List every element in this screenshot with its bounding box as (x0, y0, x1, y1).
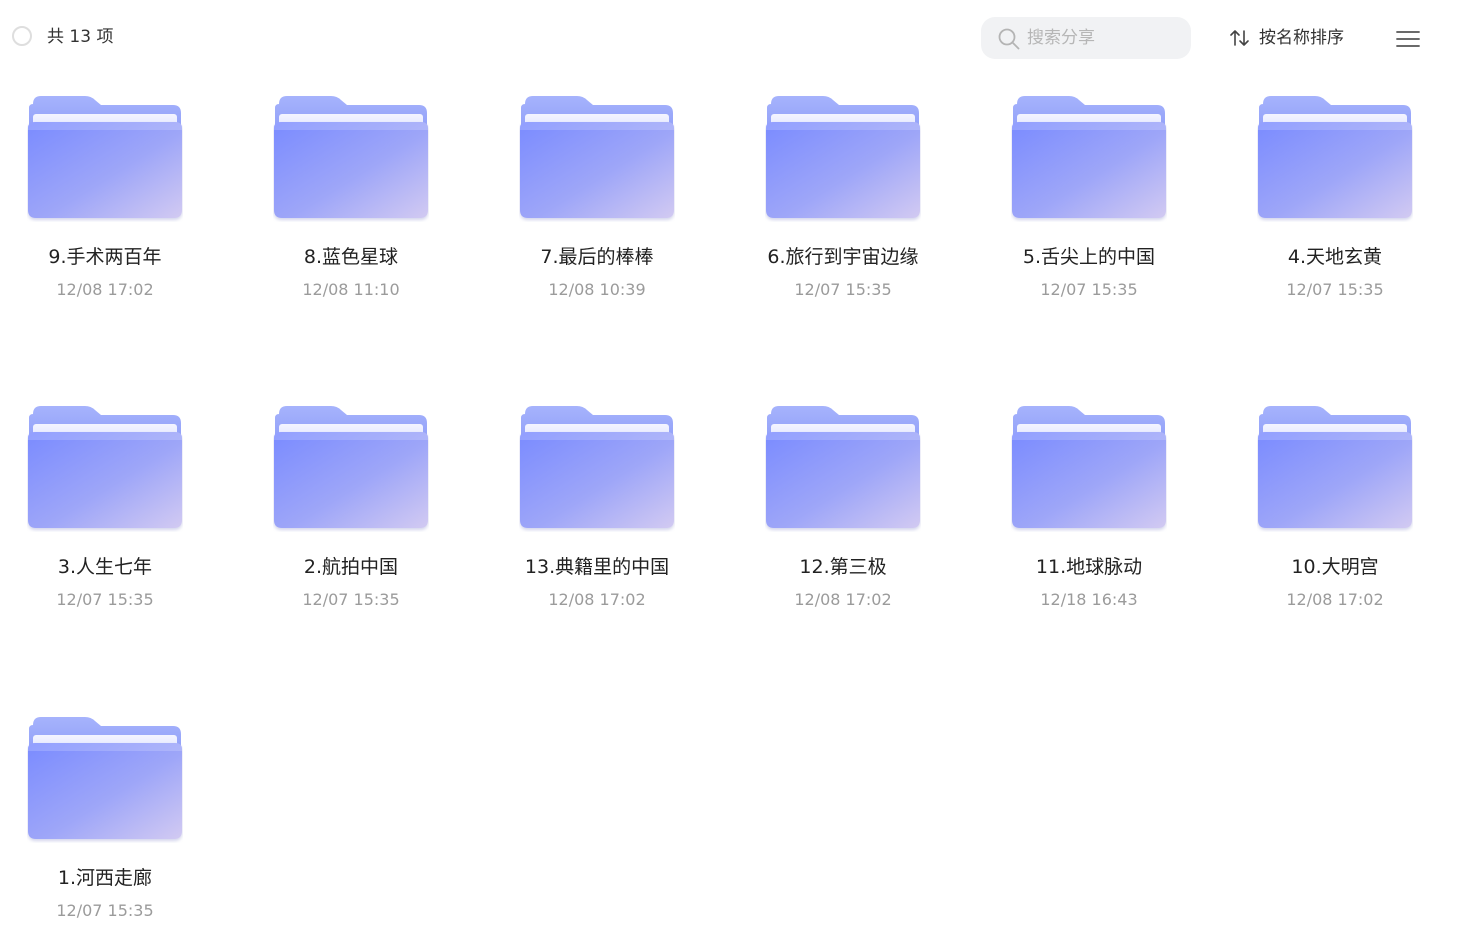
folder-time: 12/08 17:02 (794, 590, 892, 609)
folder-name: 10.大明宫 (1291, 556, 1379, 578)
folder-tile[interactable]: 7.最后的棒棒 12/08 10:39 (492, 80, 702, 330)
folder-icon (519, 404, 675, 532)
folder-name: 7.最后的棒棒 (540, 246, 654, 268)
select-all-checkbox[interactable] (12, 26, 32, 46)
search-box[interactable] (981, 17, 1191, 59)
sort-arrows-icon (1230, 30, 1249, 46)
folder-name: 2.航拍中国 (303, 556, 399, 578)
folder-tile[interactable]: 12.第三极 12/08 17:02 (738, 390, 948, 640)
search-icon (998, 28, 1020, 50)
folder-tile[interactable]: 5.舌尖上的中国 12/07 15:35 (984, 80, 1194, 330)
folder-icon (1257, 404, 1413, 532)
search-input[interactable] (1027, 23, 1177, 53)
folder-tile[interactable]: 11.地球脉动 12/18 16:43 (984, 390, 1194, 640)
folder-time: 12/08 11:10 (302, 280, 400, 299)
folder-icon (27, 715, 183, 843)
folder-icon (27, 404, 183, 532)
folder-tile[interactable]: 6.旅行到宇宙边缘 12/07 15:35 (738, 80, 948, 330)
folder-time: 12/07 15:35 (56, 590, 154, 609)
folder-icon (273, 404, 429, 532)
folder-time: 12/08 17:02 (56, 280, 154, 299)
item-count-label: 共 13 项 (47, 27, 114, 47)
folder-icon (273, 94, 429, 222)
folder-name: 4.天地玄黄 (1287, 246, 1383, 268)
folder-time: 12/18 16:43 (1040, 590, 1138, 609)
folder-time: 12/08 17:02 (1286, 590, 1384, 609)
folder-name: 3.人生七年 (57, 556, 153, 578)
folder-icon (1011, 94, 1167, 222)
folder-name: 1.河西走廊 (57, 867, 153, 889)
folder-icon (765, 404, 921, 532)
folder-tile[interactable]: 13.典籍里的中国 12/08 17:02 (492, 390, 702, 640)
folder-time: 12/08 17:02 (548, 590, 646, 609)
folder-time: 12/07 15:35 (794, 280, 892, 299)
folder-time: 12/07 15:35 (56, 901, 154, 920)
folder-name: 12.第三极 (799, 556, 887, 578)
folder-tile[interactable]: 10.大明宫 12/08 17:02 (1230, 390, 1440, 640)
folder-tile[interactable]: 2.航拍中国 12/07 15:35 (246, 390, 456, 640)
hamburger-menu-icon[interactable] (1395, 28, 1421, 50)
folder-name: 13.典籍里的中国 (524, 556, 670, 578)
folder-time: 12/07 15:35 (302, 590, 400, 609)
folder-name: 8.蓝色星球 (303, 246, 399, 268)
folder-name: 6.旅行到宇宙边缘 (767, 246, 919, 268)
sort-button[interactable]: 按名称排序 (1228, 24, 1344, 52)
folder-icon (1257, 94, 1413, 222)
folder-tile[interactable]: 1.河西走廊 12/07 15:35 (0, 701, 210, 948)
sort-label: 按名称排序 (1259, 28, 1344, 48)
folder-tile[interactable]: 4.天地玄黄 12/07 15:35 (1230, 80, 1440, 330)
folder-tile[interactable]: 8.蓝色星球 12/08 11:10 (246, 80, 456, 330)
folder-time: 12/07 15:35 (1040, 280, 1138, 299)
folder-tile[interactable]: 9.手术两百年 12/08 17:02 (0, 80, 210, 330)
folder-time: 12/08 10:39 (548, 280, 646, 299)
folder-icon (765, 94, 921, 222)
folder-icon (1011, 404, 1167, 532)
folder-tile[interactable]: 3.人生七年 12/07 15:35 (0, 390, 210, 640)
folder-name: 9.手术两百年 (48, 246, 162, 268)
folder-time: 12/07 15:35 (1286, 280, 1384, 299)
folder-icon (519, 94, 675, 222)
share-file-browser: 共 13 项 按名称排序 9.手术两百年 12/08 17:02 8. (0, 0, 1462, 948)
folder-name: 5.舌尖上的中国 (1022, 246, 1156, 268)
folder-icon (27, 94, 183, 222)
folder-name: 11.地球脉动 (1035, 556, 1143, 578)
